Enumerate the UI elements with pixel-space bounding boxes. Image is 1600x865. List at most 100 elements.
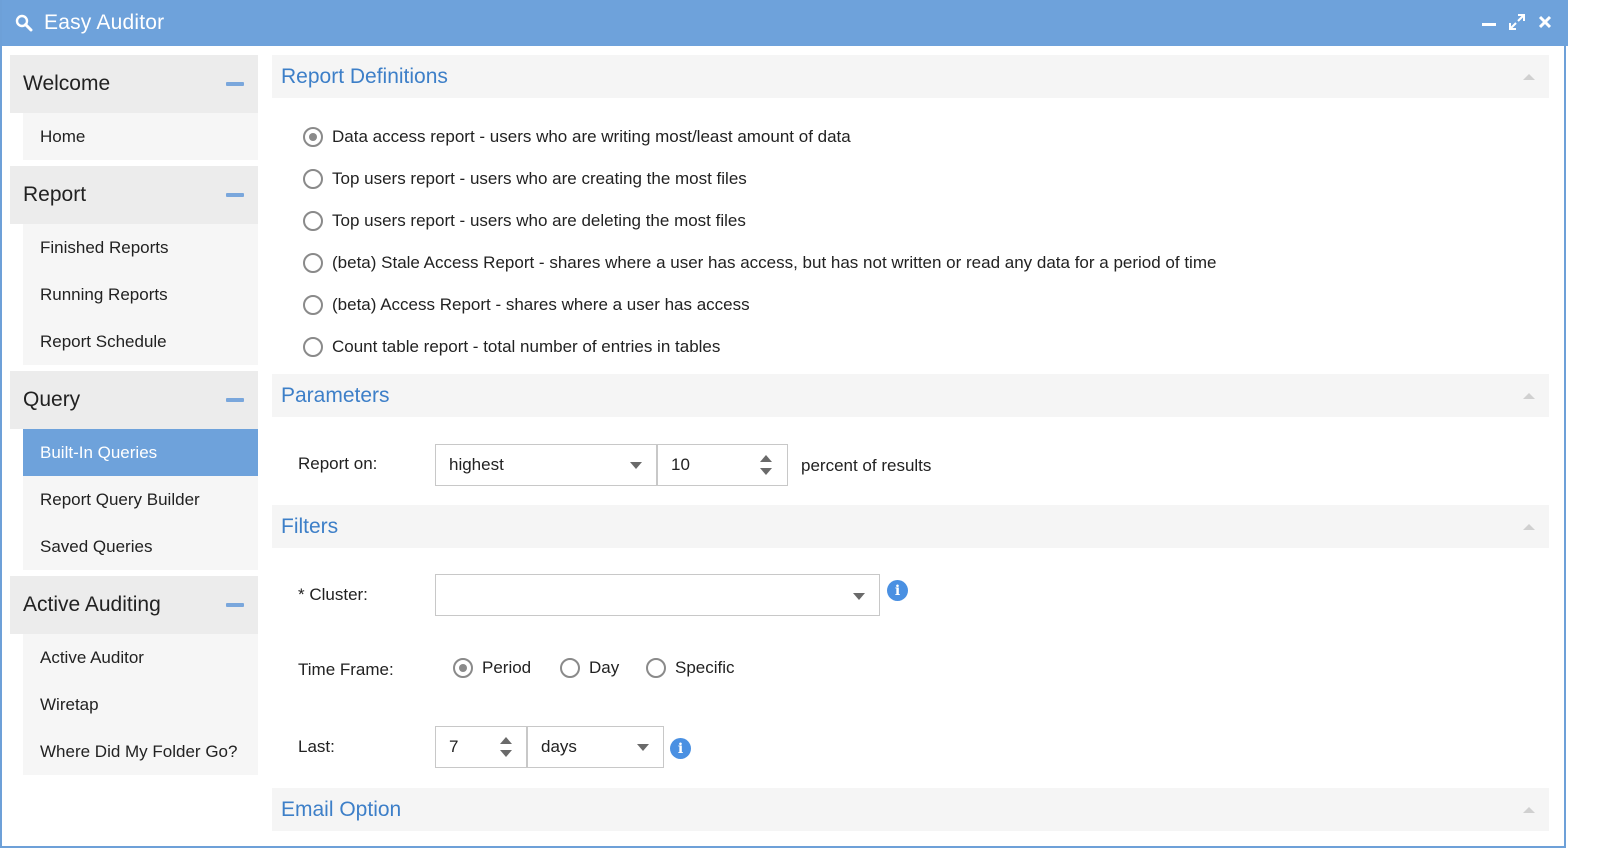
report-option-label: Count table report - total number of ent… [332,337,721,356]
sidebar-group-active-auditing: Active Auditing Active Auditor Wiretap W… [10,576,258,775]
window-controls [1480,12,1554,32]
close-icon[interactable] [1536,12,1554,32]
percent-value: 10 [671,455,690,474]
sidebar-group-title: Query [23,388,81,411]
chevron-down-icon [637,744,649,751]
report-option-label: Data access report - users who are writi… [332,127,851,146]
chevron-down-icon [630,462,642,469]
sidebar-item-running-reports[interactable]: Running Reports [23,271,258,318]
radio-button[interactable] [560,658,580,678]
report-on-select[interactable]: highest [435,444,657,486]
collapse-icon[interactable] [226,82,244,86]
sidebar-item-where-did-my-folder-go[interactable]: Where Did My Folder Go? [23,728,258,775]
sidebar-group-report: Report Finished Reports Running Reports … [10,166,258,365]
last-label: Last: [298,737,335,756]
time-frame-option-period[interactable]: Period [453,658,531,678]
sidebar-item-wiretap[interactable]: Wiretap [23,681,258,728]
report-on-value: highest [449,455,504,474]
radio-button[interactable] [303,295,323,315]
time-frame-label: Time Frame: [298,660,394,679]
sidebar-group-title: Report [23,183,87,206]
sidebar-item-home[interactable]: Home [23,113,258,160]
increment-icon[interactable] [500,737,512,744]
section-title: Email Option [281,797,402,821]
section-header-parameters[interactable]: Parameters [272,374,1549,417]
decrement-icon[interactable] [500,750,512,757]
report-option-label: Top users report - users who are creatin… [332,169,747,188]
collapse-caret-icon[interactable] [1523,73,1535,80]
report-option[interactable]: (beta) Stale Access Report - shares wher… [303,242,1549,284]
report-option[interactable]: Count table report - total number of ent… [303,326,1549,368]
collapse-caret-icon[interactable] [1523,806,1535,813]
last-unit-select[interactable]: days [527,726,664,768]
report-option-label: (beta) Access Report - shares where a us… [332,295,750,314]
search-icon [14,13,34,33]
report-option-label: (beta) Stale Access Report - shares wher… [332,253,1217,272]
filters-body: * Cluster: i Time Frame: Period Day Spec… [272,548,1549,788]
section-header-email-option[interactable]: Email Option [272,788,1549,831]
radio-button[interactable] [303,127,323,147]
sidebar-items: Home [23,113,258,160]
time-frame-option-specific[interactable]: Specific [646,658,735,678]
sidebar-group-header[interactable]: Report [10,166,258,224]
maximize-icon[interactable] [1508,12,1526,32]
sidebar-item-active-auditor[interactable]: Active Auditor [23,634,258,681]
parameters-body: Report on: highest 10 percent of results [272,417,1549,505]
time-frame-option-label: Day [589,658,620,677]
sidebar-item-report-query-builder[interactable]: Report Query Builder [23,476,258,523]
info-icon[interactable]: i [887,580,908,601]
sidebar-group-title: Welcome [23,72,111,95]
section-title: Parameters [281,383,390,407]
increment-icon[interactable] [760,455,772,462]
time-frame-option-label: Specific [675,658,735,677]
main-panel: Report Definitions Data access report - … [272,55,1549,831]
sidebar-items: Finished Reports Running Reports Report … [23,224,258,365]
radio-button[interactable] [303,169,323,189]
section-header-filters[interactable]: Filters [272,505,1549,548]
collapse-icon[interactable] [226,398,244,402]
report-on-label: Report on: [298,454,378,473]
chevron-down-icon [853,593,865,600]
sidebar-group-header[interactable]: Active Auditing [10,576,258,634]
section-header-report-definitions[interactable]: Report Definitions [272,55,1549,98]
section-title: Report Definitions [281,64,448,88]
sidebar-items: Active Auditor Wiretap Where Did My Fold… [23,634,258,775]
collapse-icon[interactable] [226,193,244,197]
sidebar: Welcome Home Report Finished Reports Run… [10,55,258,781]
radio-button[interactable] [303,337,323,357]
report-definition-options: Data access report - users who are writi… [272,98,1549,374]
radio-button[interactable] [303,253,323,273]
minimize-icon[interactable] [1480,12,1498,32]
sidebar-item-report-schedule[interactable]: Report Schedule [23,318,258,365]
last-value: 7 [449,737,459,756]
report-option[interactable]: Data access report - users who are writi… [303,116,1549,158]
radio-button[interactable] [453,658,473,678]
sidebar-item-saved-queries[interactable]: Saved Queries [23,523,258,570]
time-frame-option-day[interactable]: Day [560,658,619,678]
window-title: Easy Auditor [44,11,165,34]
time-frame-option-label: Period [482,658,532,677]
sidebar-items: Built-In Queries Report Query Builder Sa… [23,429,258,570]
radio-button[interactable] [646,658,666,678]
cluster-select[interactable] [435,574,880,616]
sidebar-group-header[interactable]: Welcome [10,55,258,113]
cluster-label: * Cluster: [298,585,368,604]
collapse-icon[interactable] [226,603,244,607]
app-window: Easy Auditor Welcome Home Report Finishe… [0,0,1568,848]
title-bar[interactable]: Easy Auditor [2,0,1568,46]
report-option[interactable]: Top users report - users who are creatin… [303,158,1549,200]
percent-stepper[interactable]: 10 [657,444,788,486]
collapse-caret-icon[interactable] [1523,392,1535,399]
report-option[interactable]: (beta) Access Report - shares where a us… [303,284,1549,326]
report-option[interactable]: Top users report - users who are deletin… [303,200,1549,242]
radio-button[interactable] [303,211,323,231]
sidebar-group-title: Active Auditing [23,593,161,616]
percent-suffix-label: percent of results [801,456,932,475]
sidebar-item-built-in-queries[interactable]: Built-In Queries [23,429,258,476]
sidebar-group-header[interactable]: Query [10,371,258,429]
collapse-caret-icon[interactable] [1523,523,1535,530]
info-icon[interactable]: i [670,738,691,759]
last-stepper[interactable]: 7 [435,726,527,768]
decrement-icon[interactable] [760,468,772,475]
sidebar-item-finished-reports[interactable]: Finished Reports [23,224,258,271]
